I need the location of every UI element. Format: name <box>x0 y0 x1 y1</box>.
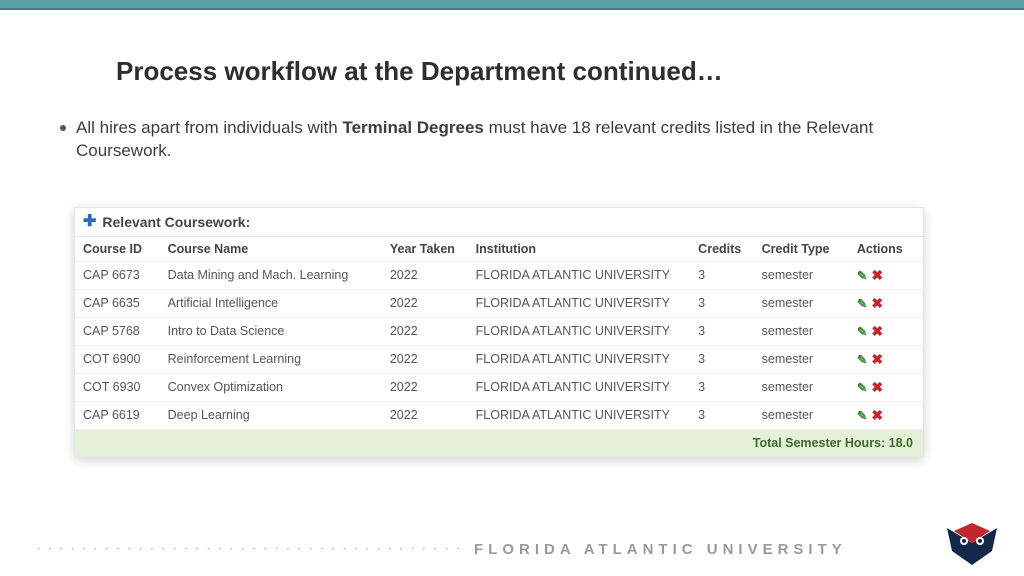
cell-institution: FLORIDA ATLANTIC UNIVERSITY <box>468 373 691 401</box>
table-row: COT 6900Reinforcement Learning2022FLORID… <box>75 345 923 373</box>
col-course-id: Course ID <box>75 237 160 262</box>
cell-credit-type: semester <box>754 289 849 317</box>
table-header-row: Course ID Course Name Year Taken Institu… <box>75 237 923 262</box>
cell-credits: 3 <box>690 289 753 317</box>
cell-actions: ✎✖ <box>849 373 923 401</box>
slide-body: Process workflow at the Department conti… <box>0 10 1024 457</box>
cell-credits: 3 <box>690 345 753 373</box>
top-accent-bar <box>0 0 1024 10</box>
cell-credits: 3 <box>690 401 753 429</box>
cell-year: 2022 <box>382 345 468 373</box>
cell-institution: FLORIDA ATLANTIC UNIVERSITY <box>468 261 691 289</box>
cell-institution: FLORIDA ATLANTIC UNIVERSITY <box>468 289 691 317</box>
coursework-table: Course ID Course Name Year Taken Institu… <box>75 237 923 456</box>
col-course-name: Course Name <box>160 237 382 262</box>
coursework-card: ✚ Relevant Coursework: Course ID Course … <box>74 207 924 457</box>
cell-course-name: Artificial Intelligence <box>160 289 382 317</box>
cell-credits: 3 <box>690 317 753 345</box>
cell-actions: ✎✖ <box>849 345 923 373</box>
edit-icon[interactable]: ✎ <box>857 296 867 311</box>
cell-course-name: Data Mining and Mach. Learning <box>160 261 382 289</box>
cell-year: 2022 <box>382 289 468 317</box>
cell-course-id: CAP 5768 <box>75 317 160 345</box>
col-credits: Credits <box>690 237 753 262</box>
cell-actions: ✎✖ <box>849 289 923 317</box>
bullet-item: All hires apart from individuals with Te… <box>60 117 964 163</box>
col-institution: Institution <box>468 237 691 262</box>
bullet-dot-icon <box>60 125 66 131</box>
edit-icon[interactable]: ✎ <box>857 268 867 283</box>
cell-institution: FLORIDA ATLANTIC UNIVERSITY <box>468 345 691 373</box>
cell-actions: ✎✖ <box>849 317 923 345</box>
bullet-text: All hires apart from individuals with Te… <box>76 117 964 163</box>
cell-course-name: Reinforcement Learning <box>160 345 382 373</box>
cell-course-id: CAP 6673 <box>75 261 160 289</box>
delete-icon[interactable]: ✖ <box>871 267 883 284</box>
page-title: Process workflow at the Department conti… <box>116 56 964 87</box>
total-label: Total Semester Hours: <box>753 436 889 450</box>
delete-icon[interactable]: ✖ <box>871 407 883 424</box>
cell-course-name: Convex Optimization <box>160 373 382 401</box>
cell-credits: 3 <box>690 373 753 401</box>
cell-institution: FLORIDA ATLANTIC UNIVERSITY <box>468 317 691 345</box>
cell-course-id: CAP 6619 <box>75 401 160 429</box>
footer-dots-icon: ········································… <box>36 540 466 558</box>
cell-credit-type: semester <box>754 373 849 401</box>
cell-course-id: CAP 6635 <box>75 289 160 317</box>
cell-actions: ✎✖ <box>849 261 923 289</box>
edit-icon[interactable]: ✎ <box>857 324 867 339</box>
cell-course-name: Intro to Data Science <box>160 317 382 345</box>
bullet-bold: Terminal Degrees <box>342 118 483 137</box>
cell-year: 2022 <box>382 401 468 429</box>
total-value: 18.0 <box>889 436 913 450</box>
owl-logo-icon <box>942 523 1002 568</box>
col-year-taken: Year Taken <box>382 237 468 262</box>
cell-institution: FLORIDA ATLANTIC UNIVERSITY <box>468 401 691 429</box>
bullet-pre: All hires apart from individuals with <box>76 118 342 137</box>
cell-year: 2022 <box>382 261 468 289</box>
cell-course-id: COT 6930 <box>75 373 160 401</box>
cell-credit-type: semester <box>754 345 849 373</box>
edit-icon[interactable]: ✎ <box>857 408 867 423</box>
table-row: CAP 6619Deep Learning2022FLORIDA ATLANTI… <box>75 401 923 429</box>
cell-year: 2022 <box>382 373 468 401</box>
delete-icon[interactable]: ✖ <box>871 295 883 312</box>
col-actions: Actions <box>849 237 923 262</box>
cell-course-name: Deep Learning <box>160 401 382 429</box>
cell-actions: ✎✖ <box>849 401 923 429</box>
table-row: CAP 6673Data Mining and Mach. Learning20… <box>75 261 923 289</box>
edit-icon[interactable]: ✎ <box>857 352 867 367</box>
cell-credit-type: semester <box>754 261 849 289</box>
total-row: Total Semester Hours: 18.0 <box>75 429 923 456</box>
cell-credits: 3 <box>690 261 753 289</box>
add-icon[interactable]: ✚ <box>83 214 96 230</box>
card-header: ✚ Relevant Coursework: <box>75 208 923 237</box>
cell-year: 2022 <box>382 317 468 345</box>
table-row: CAP 6635Artificial Intelligence2022FLORI… <box>75 289 923 317</box>
edit-icon[interactable]: ✎ <box>857 380 867 395</box>
card-title: Relevant Coursework: <box>102 214 250 230</box>
delete-icon[interactable]: ✖ <box>871 379 883 396</box>
delete-icon[interactable]: ✖ <box>871 323 883 340</box>
footer: ········································… <box>0 540 1024 558</box>
cell-course-id: COT 6900 <box>75 345 160 373</box>
table-row: CAP 5768Intro to Data Science2022FLORIDA… <box>75 317 923 345</box>
delete-icon[interactable]: ✖ <box>871 351 883 368</box>
cell-credit-type: semester <box>754 317 849 345</box>
cell-credit-type: semester <box>754 401 849 429</box>
table-row: COT 6930Convex Optimization2022FLORIDA A… <box>75 373 923 401</box>
col-credit-type: Credit Type <box>754 237 849 262</box>
footer-university: FLORIDA ATLANTIC UNIVERSITY <box>474 541 847 558</box>
